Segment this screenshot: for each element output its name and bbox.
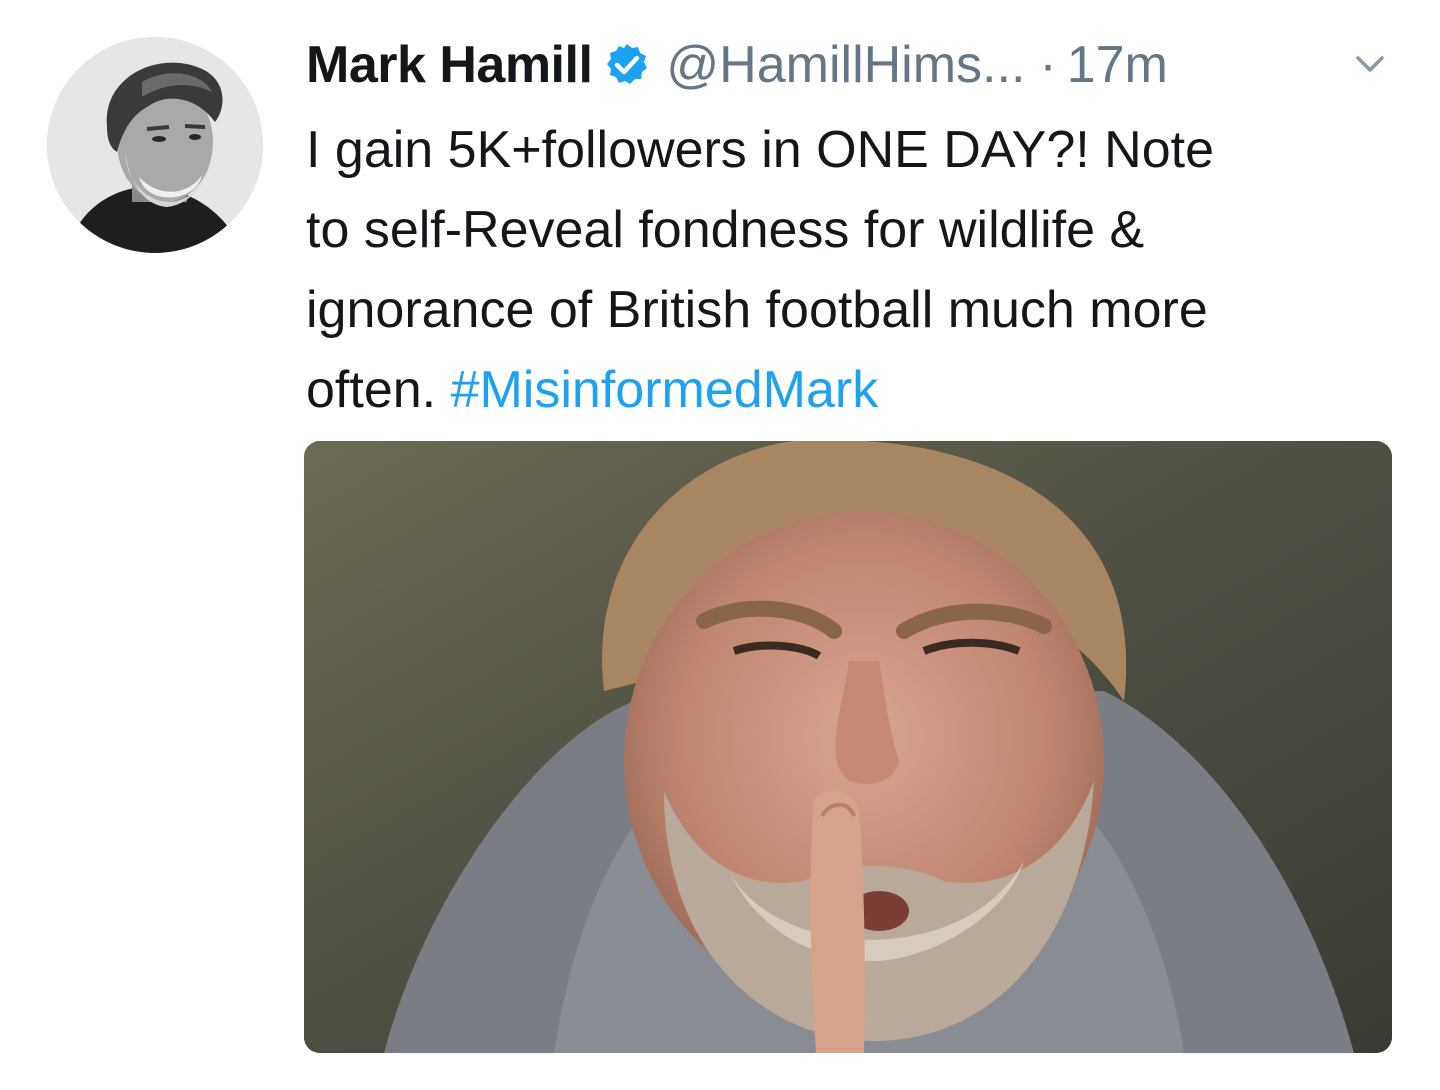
tweet-text-line: ignorance of British football much more	[306, 281, 1208, 339]
separator-dot: ·	[1039, 36, 1057, 94]
verified-badge-icon	[604, 42, 650, 88]
tweet-text-line: to self-Reveal fondness for wildlife &	[306, 201, 1145, 259]
user-handle[interactable]: @HamillHims...	[666, 35, 1025, 95]
hashtag-link[interactable]: #MisinformedMark	[451, 361, 879, 419]
tweet[interactable]: Mark Hamill @HamillHims... · 17m I gain …	[0, 0, 1440, 1090]
avatar[interactable]	[47, 37, 263, 253]
tweet-text-line: I gain 5K+followers in ONE DAY?! Note	[306, 121, 1215, 179]
chevron-down-icon[interactable]	[1350, 50, 1390, 80]
avatar-photo	[47, 37, 263, 253]
tweet-text: I gain 5K+followers in ONE DAY?! Note to…	[306, 110, 1406, 430]
tweet-header: Mark Hamill @HamillHims... · 17m	[306, 30, 1168, 100]
tweet-text-line: often.	[306, 361, 437, 419]
display-name[interactable]: Mark Hamill	[306, 35, 593, 95]
photo-content	[304, 441, 1392, 1053]
attached-photo[interactable]	[304, 441, 1392, 1053]
tweet-text-last-line: often. #MisinformedMark	[306, 350, 1406, 430]
timestamp[interactable]: 17m	[1067, 35, 1168, 95]
